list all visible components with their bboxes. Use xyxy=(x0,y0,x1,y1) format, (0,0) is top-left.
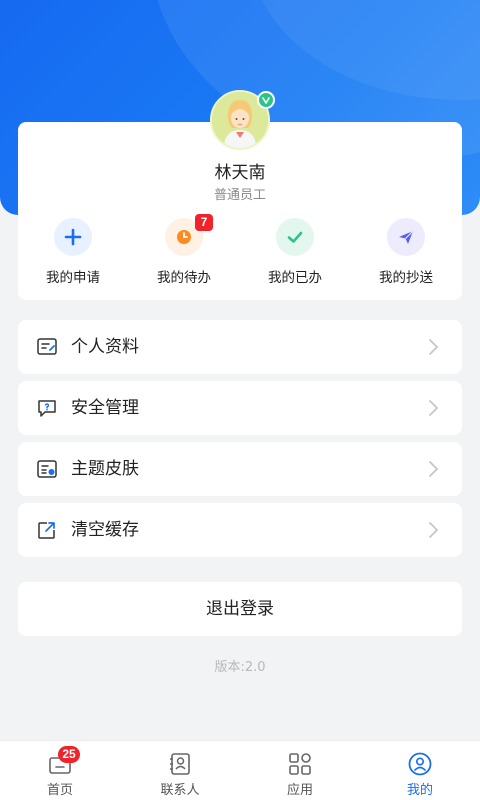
security-chat-icon xyxy=(36,397,58,419)
tab-label: 应用 xyxy=(286,783,313,798)
bottom-tab-bar: 25 首页 联系人 应用 我的 xyxy=(0,740,480,800)
my-cc-button[interactable]: 我的抄送 xyxy=(351,218,461,290)
quick-action-label: 我的抄送 xyxy=(379,270,433,286)
me-icon xyxy=(407,751,433,777)
plus-icon xyxy=(54,218,92,256)
chevron-right-icon xyxy=(428,459,440,479)
version-label: 版本:2.0 xyxy=(214,660,266,675)
tab-contacts[interactable]: 联系人 xyxy=(120,741,240,800)
menu-item-theme[interactable]: 主题皮肤 xyxy=(18,442,462,496)
verified-icon xyxy=(257,91,275,109)
home-unread-badge: 25 xyxy=(58,746,80,763)
menu-item-label: 主题皮肤 xyxy=(71,459,139,479)
menu-item-clear-cache[interactable]: 清空缓存 xyxy=(18,503,462,557)
contacts-icon xyxy=(167,751,193,777)
my-done-button[interactable]: 我的已办 xyxy=(240,218,350,290)
tab-home[interactable]: 25 首页 xyxy=(0,741,120,800)
profile-card-icon xyxy=(36,336,58,358)
tab-label: 联系人 xyxy=(160,783,200,798)
check-icon xyxy=(276,218,314,256)
user-role: 普通员工 xyxy=(213,188,266,203)
my-applications-button[interactable]: 我的申请 xyxy=(18,218,128,290)
tab-me[interactable]: 我的 xyxy=(360,741,480,800)
logout-button[interactable]: 退出登录 xyxy=(18,582,462,636)
todo-count-badge: 7 xyxy=(195,214,213,231)
send-icon xyxy=(387,218,425,256)
tab-label: 首页 xyxy=(46,783,73,798)
menu-item-label: 个人资料 xyxy=(71,337,139,357)
user-name: 林天南 xyxy=(214,163,266,183)
quick-action-label: 我的待办 xyxy=(157,270,211,286)
my-todos-button[interactable]: 7 我的待办 xyxy=(129,214,239,290)
menu-item-profile[interactable]: 个人资料 xyxy=(18,320,462,374)
quick-action-label: 我的申请 xyxy=(46,270,100,286)
tab-label: 我的 xyxy=(406,783,433,798)
quick-action-label: 我的已办 xyxy=(268,270,322,286)
tab-apps[interactable]: 应用 xyxy=(240,741,360,800)
theme-icon xyxy=(36,458,58,480)
menu-item-label: 安全管理 xyxy=(71,398,139,418)
chevron-right-icon xyxy=(428,520,440,540)
chevron-right-icon xyxy=(428,337,440,357)
menu-item-security[interactable]: 安全管理 xyxy=(18,381,462,435)
clear-cache-icon xyxy=(36,519,58,541)
apps-grid-icon xyxy=(287,751,313,777)
chevron-right-icon xyxy=(428,398,440,418)
menu-item-label: 清空缓存 xyxy=(71,520,139,540)
quick-actions: 我的申请 7 我的待办 我的已办 我的抄送 xyxy=(18,214,462,290)
